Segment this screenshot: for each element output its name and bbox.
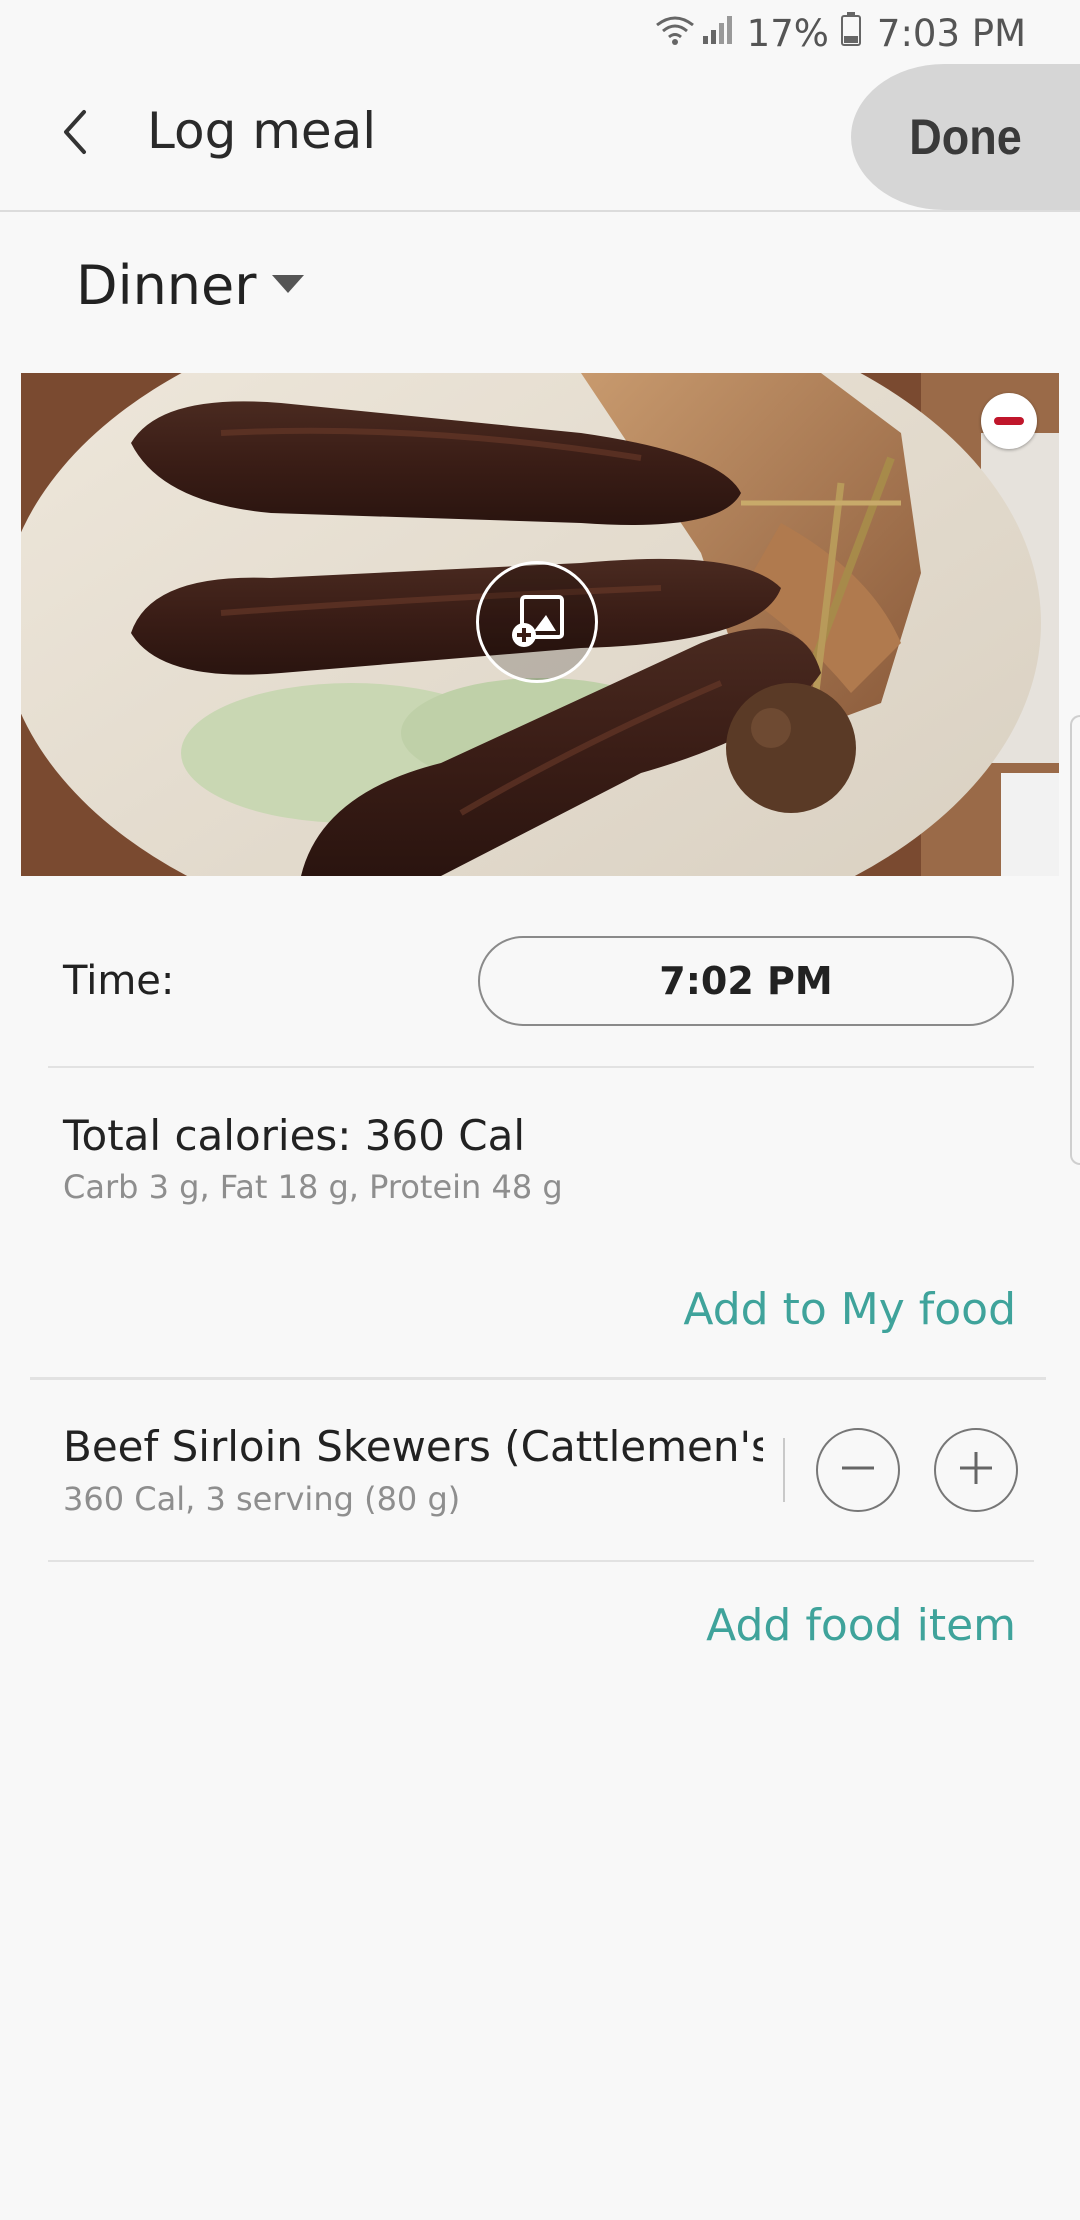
time-row: Time: 7:02 PM bbox=[48, 918, 1034, 1068]
signal-icon bbox=[701, 12, 735, 55]
status-bar: 17% 7:03 PM bbox=[0, 0, 1080, 64]
minus-icon bbox=[838, 1448, 878, 1492]
increase-serving-button[interactable] bbox=[934, 1428, 1018, 1512]
back-button[interactable] bbox=[40, 98, 112, 170]
remove-circle-icon bbox=[994, 417, 1024, 425]
done-label: Done bbox=[909, 109, 1022, 165]
add-image-icon bbox=[504, 589, 570, 655]
battery-percent: 17% bbox=[746, 11, 829, 55]
status-icons: 17% 7:03 PM bbox=[655, 10, 1026, 56]
food-item-separator bbox=[783, 1438, 785, 1502]
decrease-serving-button[interactable] bbox=[816, 1428, 900, 1512]
macros-detail: Carb 3 g, Fat 18 g, Protein 48 g bbox=[63, 1168, 563, 1206]
calories-summary: Total calories: 360 Cal Carb 3 g, Fat 18… bbox=[63, 1108, 563, 1210]
plus-icon bbox=[956, 1448, 996, 1492]
add-to-my-food-button[interactable]: Add to My food bbox=[683, 1284, 1016, 1335]
triangle-down-icon bbox=[270, 271, 306, 299]
log-meal-screen: 17% 7:03 PM Log meal Done Dinner Time: 7… bbox=[0, 0, 1080, 2220]
total-calories: Total calories: 360 Cal bbox=[63, 1111, 526, 1160]
food-item-detail: 360 Cal, 3 serving (80 g) bbox=[63, 1480, 461, 1518]
food-item-row[interactable]: Beef Sirloin Skewers (Cattlemen's... 360… bbox=[48, 1380, 1034, 1562]
change-photo-button[interactable] bbox=[476, 561, 598, 683]
status-clock: 7:03 PM bbox=[876, 11, 1026, 55]
time-picker-button[interactable]: 7:02 PM bbox=[478, 936, 1014, 1026]
time-label: Time: bbox=[63, 958, 175, 1004]
meal-type-dropdown[interactable]: Dinner bbox=[76, 250, 306, 320]
app-bar: Log meal Done bbox=[0, 64, 1080, 212]
done-button[interactable]: Done bbox=[851, 64, 1080, 210]
food-item-name: Beef Sirloin Skewers (Cattlemen's... bbox=[63, 1422, 763, 1471]
add-food-item-button[interactable]: Add food item bbox=[706, 1600, 1016, 1651]
wifi-icon bbox=[655, 12, 695, 55]
edge-panel-handle[interactable] bbox=[1070, 715, 1080, 1165]
battery-icon bbox=[840, 11, 861, 55]
chevron-left-icon bbox=[58, 108, 94, 160]
meal-photo bbox=[21, 373, 1059, 876]
meal-type-label: Dinner bbox=[76, 253, 257, 317]
time-value: 7:02 PM bbox=[659, 959, 833, 1003]
page-title: Log meal bbox=[147, 102, 377, 160]
remove-photo-button[interactable] bbox=[981, 393, 1037, 449]
